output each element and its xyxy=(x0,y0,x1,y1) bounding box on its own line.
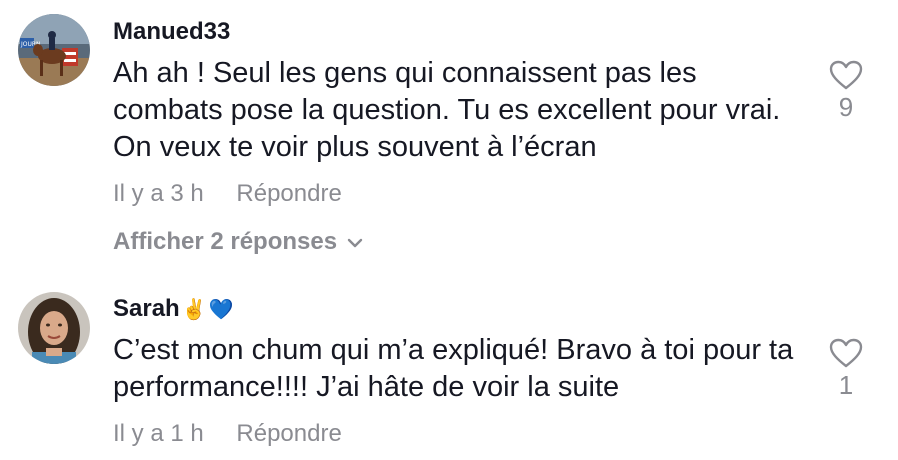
like-count: 9 xyxy=(838,92,854,122)
comment-item: Sarah ✌️ 💙 C’est mon chum qui m’a expliqué… xyxy=(0,270,898,460)
avatar[interactable] xyxy=(18,292,90,364)
comment-text: C’est mon chum qui m’a expliqué! Bravo à… xyxy=(113,334,794,403)
comment-text: Ah ah ! Seul les gens qui connaissent pa… xyxy=(113,57,781,163)
heart-icon xyxy=(829,60,863,90)
horse-rider-avatar-icon: JOURN xyxy=(18,14,90,86)
avatar[interactable]: JOURN xyxy=(18,14,90,86)
woman-portrait-avatar-icon xyxy=(18,292,90,364)
like-button[interactable]: 1 xyxy=(826,338,866,401)
view-replies-button[interactable]: Afficher 2 réponses xyxy=(113,228,363,256)
comment-item: JOURN Manued33 Ah ah ! Seul les gens qui… xyxy=(0,0,898,270)
view-replies-label: Afficher 2 réponses xyxy=(113,228,338,255)
like-button[interactable]: 9 xyxy=(826,60,866,123)
comment-username[interactable]: Sarah ✌️ 💙 xyxy=(113,295,234,323)
heart-icon xyxy=(829,338,863,368)
chevron-down-icon xyxy=(347,238,363,247)
reply-button[interactable]: Répondre xyxy=(236,180,341,207)
like-count: 1 xyxy=(838,370,854,400)
blue-heart-emoji: 💙 xyxy=(208,297,234,321)
comment-username[interactable]: Manued33 xyxy=(113,18,230,46)
comment-time: Il y a 3 h xyxy=(113,180,204,207)
comment-time: Il y a 1 h xyxy=(113,420,204,447)
comment-meta: Il y a 1 h Répondre xyxy=(113,420,342,448)
comment-meta: Il y a 3 h Répondre xyxy=(113,180,342,208)
username-text: Sarah xyxy=(113,295,180,322)
reply-button[interactable]: Répondre xyxy=(236,420,341,447)
victory-hand-emoji: ✌️ xyxy=(181,297,207,321)
